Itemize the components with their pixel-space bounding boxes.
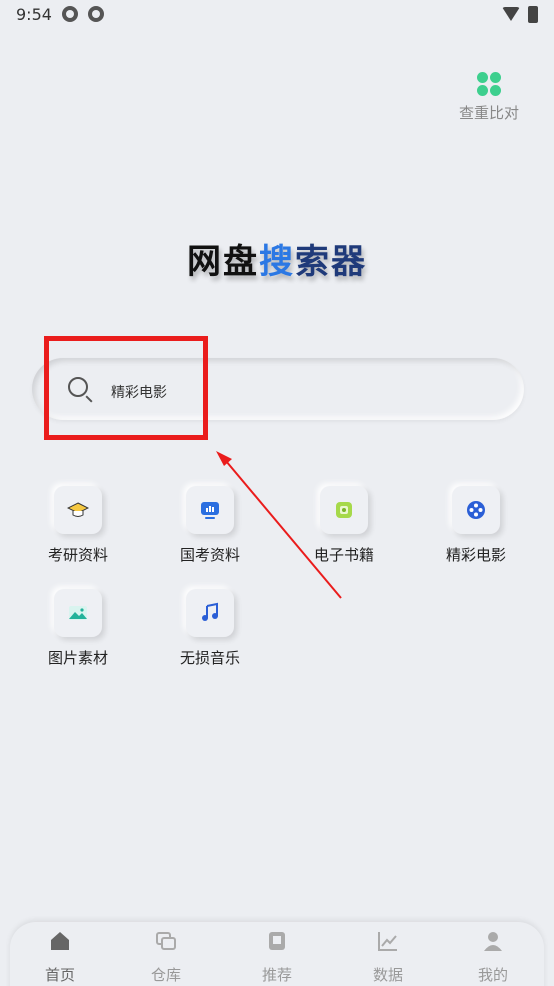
status-bar: 9:54	[0, 0, 554, 30]
category-tile	[186, 486, 234, 534]
title-part-a: 网盘	[187, 242, 259, 282]
battery-icon	[528, 6, 538, 23]
category-label: 国考资料	[179, 546, 240, 564]
category-label: 电子书籍	[313, 546, 374, 564]
status-time: 9:54	[16, 5, 52, 24]
profile-icon	[484, 932, 502, 951]
recommend-icon	[269, 932, 285, 950]
title-part-c: 索器	[295, 242, 367, 282]
page-title: 网盘搜索器	[0, 234, 554, 283]
nav-home[interactable]: 首页	[20, 930, 100, 985]
presentation-icon	[201, 502, 219, 519]
chart-icon	[378, 932, 397, 951]
compare-label: 查重比对	[458, 104, 519, 122]
category-music[interactable]: 无损音乐	[160, 589, 260, 668]
category-movies[interactable]: 精彩电影	[426, 486, 526, 565]
wifi-icon	[502, 7, 520, 21]
category-label: 考研资料	[47, 546, 108, 564]
film-reel-icon	[467, 501, 485, 519]
category-guokao[interactable]: 国考资料	[160, 486, 260, 565]
nav-profile[interactable]: 我的	[453, 930, 533, 985]
category-tile	[320, 486, 368, 534]
category-label: 图片素材	[47, 649, 108, 667]
music-note-icon	[202, 602, 218, 621]
nav-warehouse[interactable]: 仓库	[126, 930, 206, 985]
app-notification-icon	[88, 6, 104, 22]
clover-icon	[477, 72, 501, 96]
warehouse-icon	[156, 932, 176, 950]
nav-recommend[interactable]: 推荐	[237, 930, 317, 985]
book-icon	[336, 502, 352, 518]
category-tile	[54, 486, 102, 534]
category-images[interactable]: 图片素材	[28, 589, 128, 668]
app-notification-icon	[62, 6, 78, 22]
image-icon	[69, 606, 87, 620]
graduation-cap-icon	[67, 502, 89, 517]
compare-button[interactable]: 查重比对	[455, 72, 523, 123]
nav-label: 首页	[44, 966, 75, 984]
nav-label: 我的	[477, 966, 508, 984]
category-tile	[186, 589, 234, 637]
nav-label: 数据	[372, 966, 403, 984]
title-part-b: 搜	[259, 242, 295, 282]
category-label: 精彩电影	[445, 546, 506, 564]
category-label: 无损音乐	[179, 649, 240, 667]
nav-data[interactable]: 数据	[348, 930, 428, 985]
category-ebooks[interactable]: 电子书籍	[294, 486, 394, 565]
category-tile	[452, 486, 500, 534]
highlight-box	[44, 336, 208, 440]
bottom-nav: 首页 仓库 推荐 数据 我的	[10, 922, 544, 986]
category-tile	[54, 589, 102, 637]
nav-label: 推荐	[261, 966, 292, 984]
category-kaoyan[interactable]: 考研资料	[28, 486, 128, 565]
nav-label: 仓库	[150, 966, 181, 984]
home-icon	[51, 932, 69, 950]
